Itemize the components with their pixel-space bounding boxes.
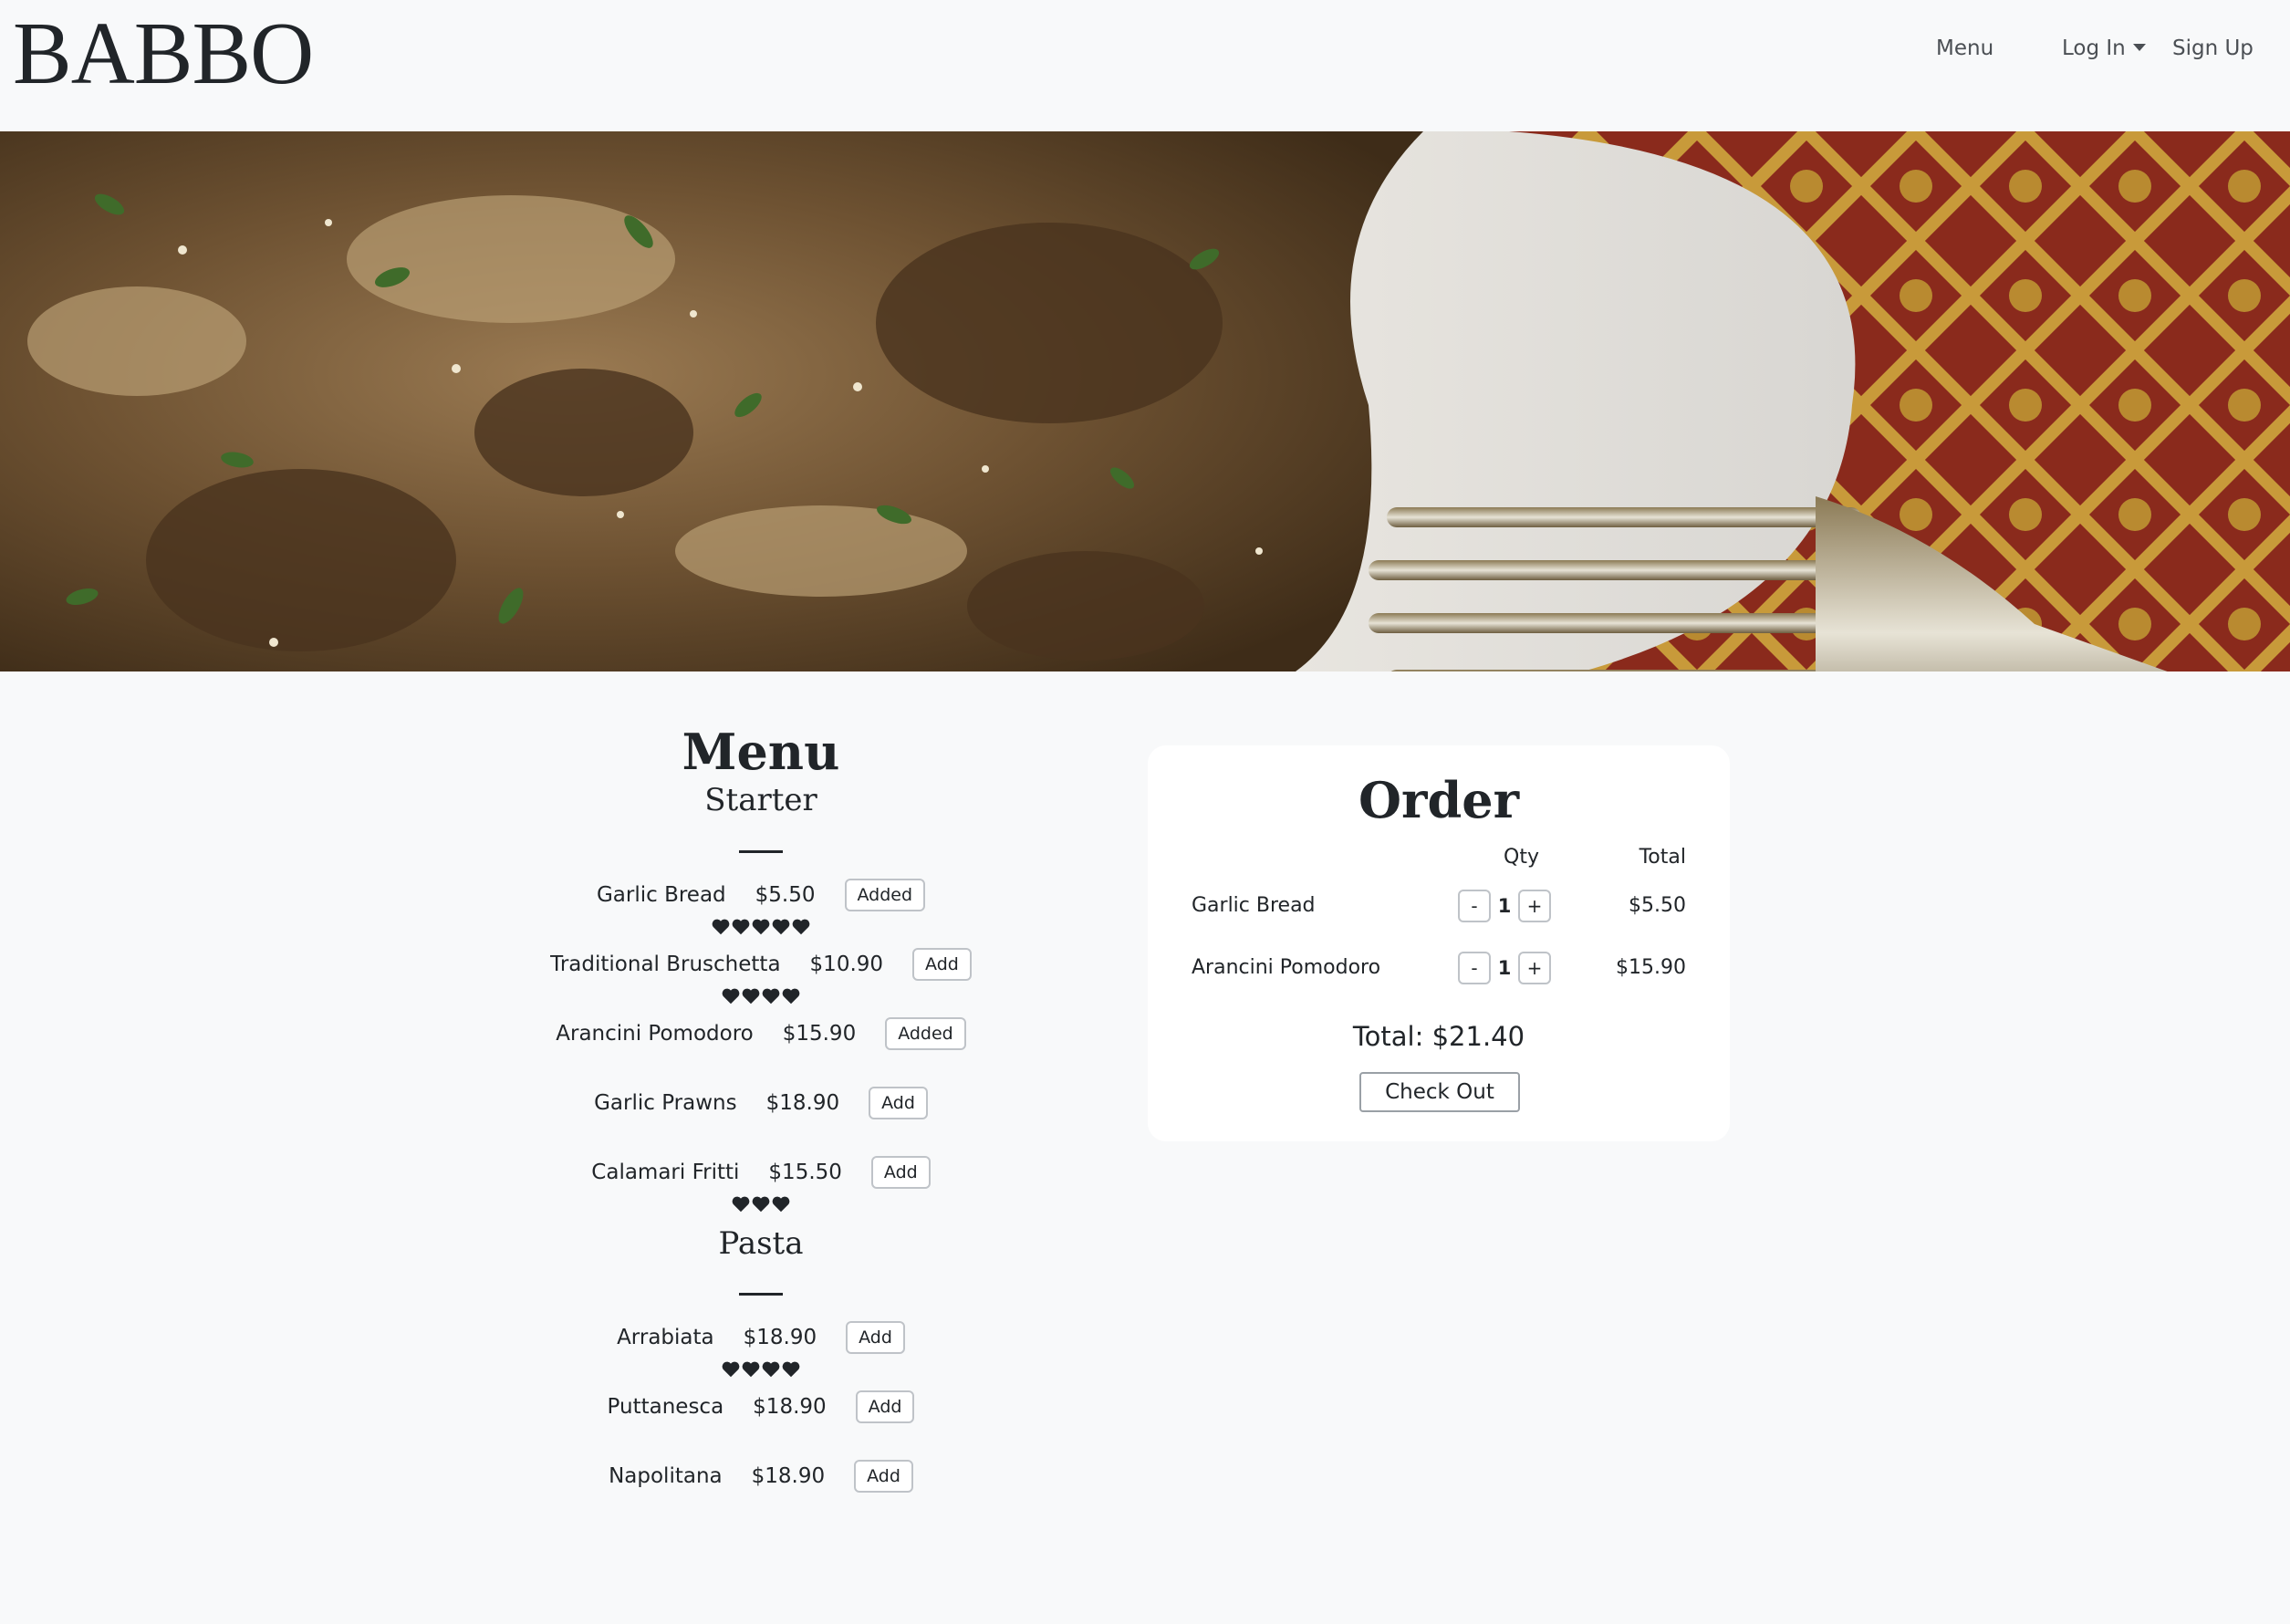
menu-item-price: $15.50 (768, 1160, 842, 1184)
decrease-qty-button[interactable]: - (1458, 952, 1491, 984)
add-to-order-button[interactable]: Add (912, 947, 972, 981)
heart-icon (782, 1361, 800, 1378)
heart-icon (762, 988, 780, 1004)
menu-item-name: Napolitana (609, 1464, 723, 1489)
menu-section: Menu Starter Garlic Bread $5.50 Added Tradit… (396, 703, 1126, 1529)
menu-item: Puttanesca $18.90 Add (396, 1390, 1126, 1460)
category-title: Starter (704, 781, 817, 818)
menu-item-name: Garlic Bread (596, 882, 726, 907)
quantity-value: 1 (1497, 895, 1512, 917)
menu-item-name: Calamari Fritti (591, 1160, 740, 1184)
caret-down-icon (2132, 44, 2146, 51)
menu-item-price: $5.50 (755, 882, 816, 907)
heart-icon (722, 988, 740, 1004)
heart-icon (742, 1361, 760, 1378)
menu-sections: Starter Garlic Bread $5.50 Added Traditional… (396, 782, 1126, 1530)
navbar: BABBO Menu Log In Sign Up (0, 0, 2290, 131)
increase-qty-button[interactable]: + (1518, 890, 1551, 922)
add-to-order-button[interactable]: Added (844, 878, 926, 911)
rating-hearts (396, 1194, 1126, 1214)
qty-column-header: Qty (1504, 846, 1539, 869)
add-to-order-button[interactable]: Add (854, 1460, 913, 1494)
heart-icon (772, 1196, 790, 1212)
heart-icon (742, 988, 760, 1004)
rating-hearts (396, 917, 1126, 937)
menu-item: Garlic Prawns $18.90 Add (396, 1086, 1126, 1156)
rating-hearts (396, 1498, 1126, 1518)
order-item-name: Garlic Bread (1192, 894, 1316, 917)
hero-food-image (0, 131, 2290, 671)
menu-item: Garlic Bread $5.50 Added (396, 878, 1126, 948)
heart-icon (792, 919, 810, 934)
menu-item-name: Arancini Pomodoro (556, 1021, 754, 1046)
add-to-order-button[interactable]: Add (869, 1086, 928, 1119)
section-divider (739, 849, 783, 853)
add-to-order-button[interactable]: Added (885, 1016, 966, 1050)
checkout-button[interactable]: Check Out (1359, 1072, 1520, 1112)
menu-item-name: Puttanesca (607, 1395, 724, 1420)
quantity-stepper: -1 + (1458, 890, 1551, 922)
heart-icon (752, 919, 770, 934)
total-column-header: Total (1639, 846, 1686, 869)
heart-icon (732, 1196, 750, 1212)
order-card: Order Qty Total Garlic Bread -1 + $5.50 Aran… (1148, 745, 1730, 1141)
order-item-total: $15.90 (1616, 956, 1686, 979)
add-to-order-button[interactable]: Add (870, 1155, 931, 1189)
nav-login-dropdown[interactable]: Log In (2062, 35, 2146, 62)
menu-item: Arancini Pomodoro $15.90 Added (396, 1016, 1126, 1087)
menu-item: Traditional Bruschetta $10.90 Add (396, 947, 1126, 1017)
menu-category: Starter Garlic Bread $5.50 Added Traditional… (396, 782, 1126, 1225)
order-title: Order (1358, 771, 1520, 829)
heart-icon (762, 1361, 780, 1378)
rating-hearts (396, 1429, 1126, 1449)
nav-login-label: Log In (2062, 36, 2126, 60)
menu-item: Napolitana $18.90 Add (396, 1460, 1126, 1529)
quantity-value: 1 (1497, 957, 1512, 979)
menu-title: Menu (682, 723, 840, 781)
heart-icon (752, 1196, 770, 1212)
quantity-stepper: -1 + (1458, 952, 1551, 984)
heart-icon (782, 988, 800, 1004)
menu-item-price: $18.90 (743, 1326, 817, 1350)
rating-hearts (396, 1056, 1126, 1076)
menu-item-name: Traditional Bruschetta (550, 952, 781, 976)
nav-signup-link[interactable]: Sign Up (2172, 35, 2254, 62)
menu-item-price: $15.90 (782, 1021, 857, 1046)
heart-icon (712, 919, 730, 934)
menu-item-price: $18.90 (753, 1395, 827, 1420)
menu-item: Arrabiata $18.90 Add (396, 1321, 1126, 1390)
pasta-plate-illustration (0, 131, 2290, 671)
menu-item-price: $18.90 (765, 1090, 840, 1115)
rating-hearts (396, 986, 1126, 1006)
section-divider (739, 1293, 783, 1296)
decrease-qty-button[interactable]: - (1458, 890, 1491, 922)
nav-menu-link[interactable]: Menu (1936, 35, 1993, 62)
menu-item-price: $10.90 (809, 952, 884, 976)
rating-hearts (396, 1125, 1126, 1145)
order-grand-total: Total: $21.40 (1352, 1021, 1525, 1052)
order-item-total: $5.50 (1629, 894, 1686, 917)
order-item-name: Arancini Pomodoro (1192, 956, 1381, 979)
heart-icon (772, 919, 790, 934)
menu-item-name: Garlic Prawns (594, 1090, 737, 1115)
menu-item: Calamari Fritti $15.50 Add (396, 1155, 1126, 1225)
brand-logo[interactable]: BABBO (13, 5, 314, 103)
category-title: Pasta (718, 1224, 804, 1262)
add-to-order-button[interactable]: Add (855, 1390, 915, 1424)
menu-item-price: $18.90 (751, 1464, 826, 1489)
rating-hearts (396, 1359, 1126, 1379)
increase-qty-button[interactable]: + (1518, 952, 1551, 984)
heart-icon (722, 1361, 740, 1378)
add-to-order-button[interactable]: Add (846, 1321, 905, 1355)
heart-icon (732, 919, 750, 934)
menu-category: Pasta Arrabiata $18.90 Add Puttanesca $18.90 A… (396, 1225, 1126, 1530)
menu-item-name: Arrabiata (617, 1326, 714, 1350)
